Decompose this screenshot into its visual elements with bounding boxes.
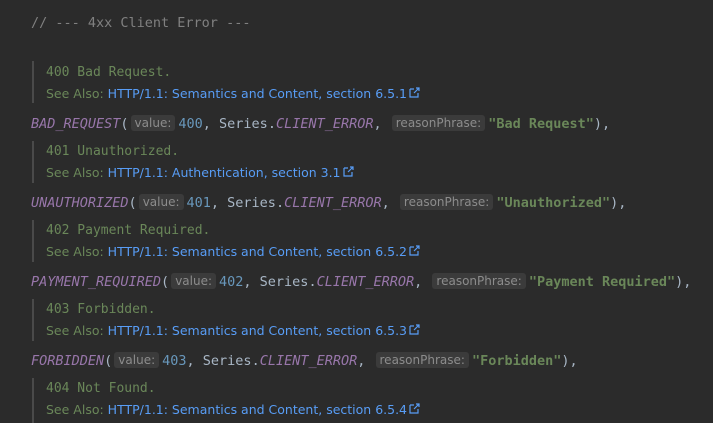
see-also-label: See Also: (46, 86, 104, 101)
doc-see-also: See Also: HTTP/1.1: Semantics and Conten… (46, 243, 420, 261)
enum-constant-line[interactable]: FORBIDDEN(value: 403, Series.CLIENT_ERROR… (31, 351, 578, 371)
reason-phrase: "Bad Request" (488, 116, 594, 132)
param-hint-value: value: (130, 115, 176, 131)
status-code: 401 (186, 195, 211, 211)
series-field: CLIENT_ERROR (259, 353, 358, 369)
external-link-icon (409, 403, 420, 414)
doc-title: 400 Bad Request. (46, 65, 172, 80)
javadoc-block: 403 Forbidden. See Also: HTTP/1.1: Seman… (32, 299, 674, 341)
doc-title: 403 Forbidden. (46, 302, 156, 317)
param-hint-value: value: (171, 273, 217, 289)
series-class: Series (202, 353, 252, 369)
enum-constant-line[interactable]: BAD_REQUEST(value: 400, Series.CLIENT_ERR… (31, 114, 610, 134)
param-hint-reason: reasonPhrase: (391, 115, 486, 131)
see-also-link[interactable]: HTTP/1.1: Semantics and Content, section… (108, 402, 407, 417)
reason-phrase: "Forbidden" (471, 353, 562, 369)
param-hint-reason: reasonPhrase: (375, 352, 469, 368)
enum-constant: FORBIDDEN (31, 353, 105, 369)
enum-constant: PAYMENT_REQUIRED (31, 274, 162, 290)
doc-see-also: See Also: HTTP/1.1: Authentication, sect… (46, 164, 354, 182)
param-hint-reason: reasonPhrase: (432, 273, 526, 289)
javadoc-block: 404 Not Found. See Also: HTTP/1.1: Seman… (32, 378, 674, 423)
javadoc-block: 401 Unauthorized. See Also: HTTP/1.1: Au… (32, 141, 674, 183)
status-code: 400 (178, 116, 203, 132)
series-class: Series (259, 274, 309, 290)
enum-constant-line[interactable]: PAYMENT_REQUIRED(value: 402, Series.CLIEN… (31, 272, 691, 292)
series-field: CLIENT_ERROR (316, 274, 415, 290)
javadoc-block: 402 Payment Required. See Also: HTTP/1.1… (32, 220, 674, 262)
series-class: Series (219, 116, 268, 132)
see-also-label: See Also: (46, 323, 104, 338)
external-link-icon (409, 87, 420, 98)
enum-constant: UNAUTHORIZED (31, 195, 129, 211)
reason-phrase: "Unauthorized" (496, 195, 611, 211)
enum-constant-line[interactable]: UNAUTHORIZED(value: 401, Series.CLIENT_ER… (31, 193, 626, 213)
doc-see-also: See Also: HTTP/1.1: Semantics and Conten… (46, 322, 420, 340)
see-also-link[interactable]: HTTP/1.1: Semantics and Content, section… (108, 323, 407, 338)
see-also-link[interactable]: HTTP/1.1: Authentication, section 3.1 (108, 165, 341, 180)
external-link-icon (342, 166, 354, 177)
series-field: CLIENT_ERROR (275, 116, 374, 132)
external-link-icon (409, 245, 420, 256)
reason-phrase: "Payment Required" (528, 274, 676, 290)
status-code: 402 (219, 274, 244, 290)
section-comment: // --- 4xx Client Error --- (31, 15, 251, 31)
doc-title: 401 Unauthorized. (46, 144, 180, 159)
see-also-label: See Also: (46, 244, 104, 259)
status-code: 403 (162, 353, 187, 369)
javadoc-block: 400 Bad Request. See Also: HTTP/1.1: Sem… (32, 61, 674, 103)
series-class: Series (227, 195, 276, 211)
doc-title: 404 Not Found. (46, 381, 156, 396)
see-also-label: See Also: (46, 165, 104, 180)
see-also-link[interactable]: HTTP/1.1: Semantics and Content, section… (108, 86, 407, 101)
doc-see-also: See Also: HTTP/1.1: Semantics and Conten… (46, 85, 420, 103)
code-editor[interactable]: // --- 4xx Client Error --- 400 Bad Requ… (0, 0, 713, 423)
param-hint-value: value: (114, 352, 160, 368)
param-hint-reason: reasonPhrase: (399, 194, 494, 210)
external-link-icon (409, 324, 420, 335)
doc-title: 402 Payment Required. (46, 223, 211, 238)
doc-see-also: See Also: HTTP/1.1: Semantics and Conten… (46, 401, 420, 419)
see-also-link[interactable]: HTTP/1.1: Semantics and Content, section… (108, 244, 407, 259)
param-hint-value: value: (138, 194, 184, 210)
see-also-label: See Also: (46, 402, 104, 417)
enum-constant: BAD_REQUEST (31, 116, 121, 132)
series-field: CLIENT_ERROR (284, 195, 382, 211)
